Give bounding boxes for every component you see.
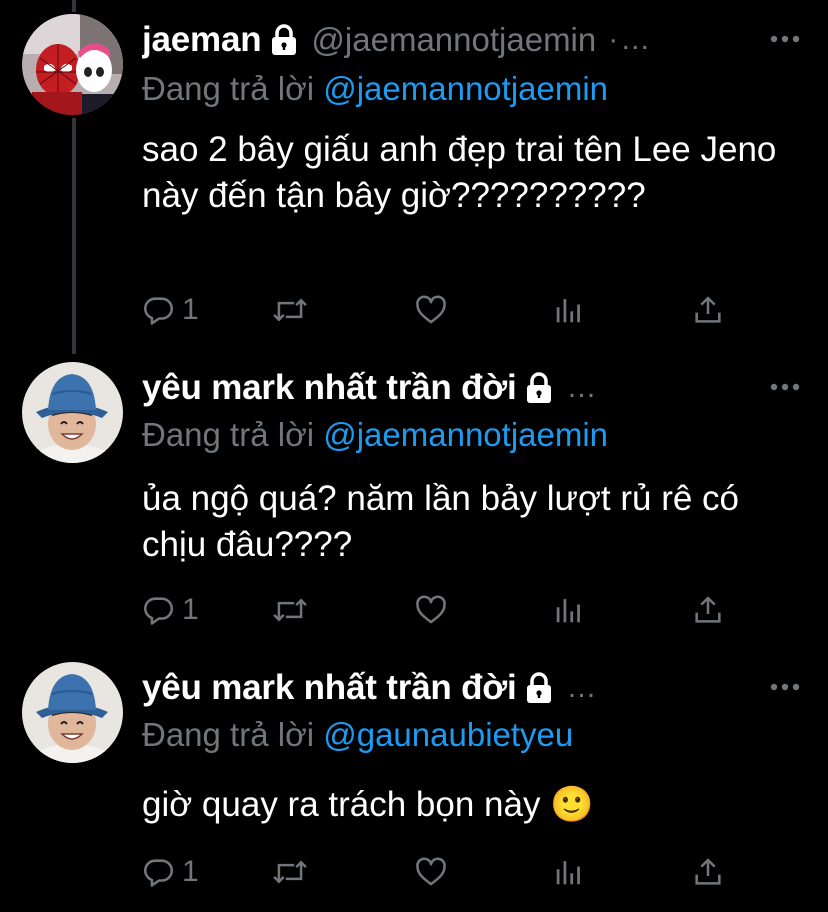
retweet-icon <box>273 598 307 622</box>
share-button[interactable] <box>692 590 724 630</box>
reply-mention-link[interactable]: @jaemannotjaemin <box>323 70 608 107</box>
reply-count: 1 <box>182 855 199 888</box>
share-button[interactable] <box>692 852 724 892</box>
avatar[interactable] <box>22 14 123 115</box>
avatar[interactable] <box>22 362 123 463</box>
bucket-hat-avatar-image <box>22 662 123 763</box>
display-name[interactable]: yêu mark nhất trần đời <box>142 668 517 708</box>
analytics-icon <box>556 861 580 885</box>
reply-count: 1 <box>182 593 199 626</box>
more-icon[interactable] <box>770 34 800 44</box>
analytics-button[interactable] <box>554 852 584 892</box>
replying-to-label: Đang trả lời <box>142 716 315 753</box>
reply-mention-link[interactable]: @gaunaubietyeu <box>323 716 573 753</box>
tweet[interactable]: yêu mark nhất trần đời … Đang trả lời @j… <box>0 352 828 652</box>
tweet-actions: 1 <box>142 290 742 330</box>
like-button[interactable] <box>414 590 448 630</box>
tweet-header: jaeman @jaemannotjaemin ·… <box>142 18 768 62</box>
reply-button[interactable]: 1 <box>142 290 199 330</box>
tweet[interactable]: jaeman @jaemannotjaemin ·… Đang trả lời … <box>0 0 828 352</box>
display-name[interactable]: yêu mark nhất trần đời <box>142 368 517 408</box>
replying-to: Đang trả lời @gaunaubietyeu <box>142 716 573 754</box>
retweet-icon <box>273 860 307 884</box>
tweet-actions: 1 <box>142 590 742 630</box>
analytics-button[interactable] <box>554 290 584 330</box>
retweet-button[interactable] <box>272 290 308 330</box>
heart-icon <box>416 595 446 624</box>
tweet-text: sao 2 bây giấu anh đẹp trai tên Lee Jeno… <box>142 130 777 215</box>
heart-icon <box>416 295 446 324</box>
tweet[interactable]: yêu mark nhất trần đời … Đang trả lời @g… <box>0 652 828 912</box>
tweet-text: ủa ngộ quá? năm lần bảy lượt rủ rê có ch… <box>142 479 740 564</box>
analytics-icon <box>556 299 580 323</box>
like-button[interactable] <box>414 852 448 892</box>
share-icon <box>695 596 721 623</box>
reply-count: 1 <box>182 293 199 326</box>
user-handle[interactable]: @jaemannotjaemin <box>311 21 596 59</box>
timestamp-truncated: ·… <box>608 23 653 56</box>
spiderman-avatar-image <box>22 14 123 115</box>
lock-icon <box>272 24 297 55</box>
share-icon <box>695 858 721 885</box>
more-icon[interactable] <box>770 382 800 392</box>
retweet-button[interactable] <box>272 590 308 630</box>
analytics-button[interactable] <box>554 590 584 630</box>
tweet-text: giờ quay ra trách bọn này 🙂 <box>142 785 594 824</box>
retweet-button[interactable] <box>272 852 308 892</box>
like-button[interactable] <box>414 290 448 330</box>
replying-to: Đang trả lời @jaemannotjaemin <box>142 416 608 454</box>
heart-icon <box>416 857 446 886</box>
timestamp-truncated: … <box>566 371 599 404</box>
avatar[interactable] <box>22 662 123 763</box>
reply-icon <box>144 297 174 325</box>
replying-to-label: Đang trả lời <box>142 416 315 453</box>
timestamp-truncated: … <box>566 671 599 704</box>
tweet-header: yêu mark nhất trần đời … <box>142 366 768 410</box>
lock-icon <box>527 372 552 403</box>
analytics-icon <box>556 599 580 623</box>
more-icon[interactable] <box>770 682 800 692</box>
reply-button[interactable]: 1 <box>142 590 199 630</box>
share-button[interactable] <box>692 290 724 330</box>
tweet-header: yêu mark nhất trần đời … <box>142 666 768 710</box>
reply-button[interactable]: 1 <box>142 852 199 892</box>
lock-icon <box>527 672 552 703</box>
reply-icon <box>144 597 174 625</box>
reply-icon <box>144 859 174 887</box>
bucket-hat-avatar-image <box>22 362 123 463</box>
share-icon <box>695 296 721 323</box>
replying-to: Đang trả lời @jaemannotjaemin <box>142 70 608 108</box>
tweet-actions: 1 <box>142 852 742 892</box>
replying-to-label: Đang trả lời <box>142 70 315 107</box>
retweet-icon <box>273 298 307 322</box>
display-name[interactable]: jaeman <box>142 20 262 60</box>
reply-mention-link[interactable]: @jaemannotjaemin <box>323 416 608 453</box>
